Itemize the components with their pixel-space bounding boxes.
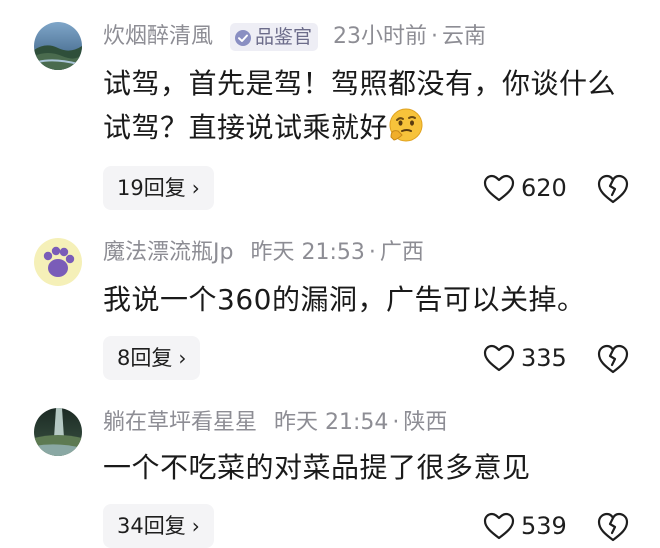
comment-body: 试驾，首先是驾！驾照都没有，你谈什么试驾？直接说试乘就好 bbox=[103, 67, 617, 144]
comment-meta: 炊烟醉清風 品鉴官 23小时前 · 云南 bbox=[103, 22, 486, 52]
avatar[interactable] bbox=[34, 408, 82, 456]
comment-location: 云南 bbox=[442, 24, 487, 49]
comment-time: 昨天 21:53 bbox=[250, 240, 365, 265]
view-replies-button[interactable]: 8回复 › bbox=[103, 336, 201, 380]
broken-heart-icon[interactable] bbox=[596, 342, 630, 376]
comment-location: 广西 bbox=[379, 240, 424, 265]
separator-dot: · bbox=[368, 240, 376, 265]
comment-meta: 躺在草坪看星星 昨天 21:54 · 陕西 bbox=[103, 408, 447, 438]
replies-count: 8回复 bbox=[117, 346, 173, 370]
like-button[interactable]: 335 bbox=[483, 340, 567, 376]
replies-count: 19回复 bbox=[117, 176, 186, 200]
comment-text: 试驾，首先是驾！驾照都没有，你谈什么试驾？直接说试乘就好 bbox=[103, 62, 643, 150]
username[interactable]: 魔法漂流瓶Jp bbox=[103, 240, 233, 265]
thinking-face-emoji bbox=[388, 107, 424, 143]
avatar[interactable] bbox=[34, 22, 82, 70]
broken-heart-icon[interactable] bbox=[596, 510, 630, 544]
verified-check-icon bbox=[235, 30, 252, 46]
chevron-right-icon: › bbox=[191, 176, 200, 200]
like-button[interactable]: 539 bbox=[483, 508, 567, 544]
comment-text: 我说一个360的漏洞，广告可以关掉。 bbox=[103, 283, 586, 316]
username[interactable]: 躺在草坪看星星 bbox=[103, 410, 257, 435]
badge-label: 品鉴官 bbox=[255, 26, 313, 48]
like-count: 335 bbox=[521, 344, 567, 372]
comment-location: 陕西 bbox=[403, 410, 448, 435]
avatar[interactable] bbox=[34, 238, 82, 286]
username[interactable]: 炊烟醉清風 bbox=[103, 24, 213, 49]
like-count: 620 bbox=[521, 174, 567, 202]
comment-meta: 魔法漂流瓶Jp 昨天 21:53 · 广西 bbox=[103, 238, 424, 268]
comment-time: 昨天 21:54 bbox=[274, 410, 389, 435]
comment-time: 23小时前 bbox=[333, 24, 428, 49]
heart-outline-icon bbox=[483, 344, 515, 372]
chevron-right-icon: › bbox=[191, 514, 200, 538]
heart-outline-icon bbox=[483, 174, 515, 202]
broken-heart-icon[interactable] bbox=[596, 172, 630, 206]
chevron-right-icon: › bbox=[178, 346, 187, 370]
view-replies-button[interactable]: 34回复 › bbox=[103, 504, 214, 548]
separator-dot: · bbox=[392, 410, 400, 435]
comment-text: 一个不吃菜的对菜品提了很多意见 bbox=[103, 451, 531, 484]
view-replies-button[interactable]: 19回复 › bbox=[103, 166, 214, 210]
like-button[interactable]: 620 bbox=[483, 170, 567, 206]
badge: 品鉴官 bbox=[230, 23, 319, 51]
replies-count: 34回复 bbox=[117, 514, 186, 538]
separator-dot: · bbox=[431, 24, 439, 49]
